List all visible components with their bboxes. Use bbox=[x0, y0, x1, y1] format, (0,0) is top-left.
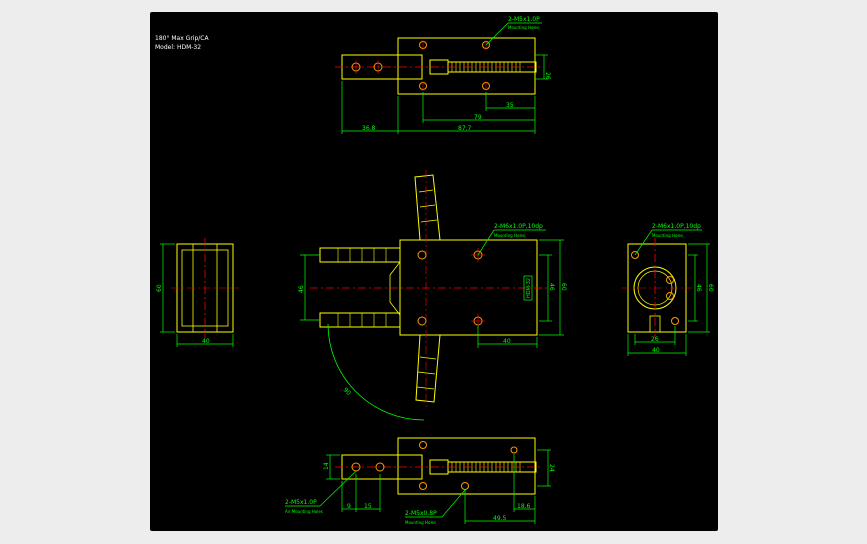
bottom-hole-3 bbox=[419, 441, 427, 449]
front-callout-sub: Mounting Holes bbox=[494, 233, 525, 238]
drawing-canvas[interactable]: 180° Max Grip/CA Model: HDM-32 2-M5x1.0P… bbox=[150, 12, 718, 531]
bottom-hole-4 bbox=[419, 482, 427, 490]
bottom-dim-15: 15 bbox=[364, 503, 372, 510]
front-swing-arc bbox=[327, 323, 425, 421]
front-view: HDM-32 90 2-M6x1.0P,10dp Mounting Holes … bbox=[298, 170, 567, 421]
front-jaw-upper bbox=[414, 174, 441, 241]
front-dim-angle: 90 bbox=[342, 386, 352, 396]
right-dim-26: 26 bbox=[651, 336, 659, 343]
right-dim-width: 40 bbox=[652, 347, 660, 354]
right-dim-h-inner: 46 bbox=[695, 284, 702, 292]
front-dim-h-inner: 46 bbox=[548, 283, 555, 291]
bottom-dim-49-5: 49.5 bbox=[493, 515, 507, 522]
left-side-view: 60 40 bbox=[156, 238, 239, 347]
right-callout: 2-M6x1.0P,10dp bbox=[652, 223, 701, 230]
front-label: HDM-32 bbox=[526, 278, 532, 298]
front-callout: 2-M6x1.0P,10dp bbox=[494, 223, 543, 230]
front-finger-lower bbox=[319, 312, 401, 328]
bottom-callout-left: 2-M5x1.0P bbox=[285, 499, 317, 506]
bottom-dim-9: 9 bbox=[347, 503, 351, 510]
viewer-background: 180° Max Grip/CA Model: HDM-32 2-M5x1.0P… bbox=[0, 0, 867, 544]
right-callout-sub: Mounting Holes bbox=[652, 233, 683, 238]
top-callout: 2-M5x1.0P bbox=[508, 16, 540, 23]
top-dim-35: 35 bbox=[506, 102, 514, 109]
top-dim-79: 79 bbox=[474, 114, 482, 121]
bottom-dim-14: 14 bbox=[323, 462, 330, 470]
top-dim-total: 87.7 bbox=[458, 125, 472, 132]
title-line-2: Model: HDM-32 bbox=[155, 44, 201, 51]
front-finger-upper bbox=[319, 247, 401, 263]
front-dim-grip: 46 bbox=[298, 285, 305, 293]
right-hole-4 bbox=[671, 317, 679, 325]
front-body bbox=[399, 239, 538, 336]
left-dim-width: 40 bbox=[202, 338, 210, 345]
left-dim-height: 60 bbox=[156, 284, 163, 292]
top-dim-height: 26 bbox=[544, 72, 551, 80]
right-side-view: 2-M6x1.0P,10dp Mounting Holes 46 60 26 4… bbox=[622, 223, 714, 356]
top-dim-left: 36.8 bbox=[362, 125, 376, 132]
bottom-hole-5 bbox=[461, 482, 469, 490]
bottom-dim-18-6: 18.6 bbox=[517, 503, 531, 510]
front-hole-3 bbox=[417, 316, 427, 326]
bottom-callout-left-sub: Air Mounting Holes bbox=[285, 509, 323, 514]
front-jaw-lower bbox=[415, 334, 441, 403]
front-dim-width: 40 bbox=[503, 338, 511, 345]
top-callout-sub: Mounting Holes bbox=[508, 25, 539, 30]
cad-drawing: 180° Max Grip/CA Model: HDM-32 2-M5x1.0P… bbox=[155, 16, 714, 525]
bottom-view: 2-M5x1.0P Air Mounting Holes 2-M5x0.8P M… bbox=[285, 437, 555, 525]
front-hole-1 bbox=[417, 250, 427, 260]
bottom-dim-24: 24 bbox=[548, 464, 555, 472]
front-dim-h-outer: 60 bbox=[560, 283, 567, 291]
right-dim-height: 60 bbox=[707, 284, 714, 292]
bottom-callout-mid-sub: Mounting Holes bbox=[405, 520, 436, 525]
bottom-hole-6 bbox=[510, 446, 518, 454]
top-view: 2-M5x1.0P Mounting Holes 26 35 79 36.8 8… bbox=[335, 16, 551, 134]
top-body bbox=[397, 37, 536, 95]
title-line-1: 180° Max Grip/CA bbox=[155, 35, 209, 42]
bottom-body bbox=[397, 437, 536, 495]
bottom-callout-mid: 2-M5x0.8P bbox=[405, 510, 437, 517]
